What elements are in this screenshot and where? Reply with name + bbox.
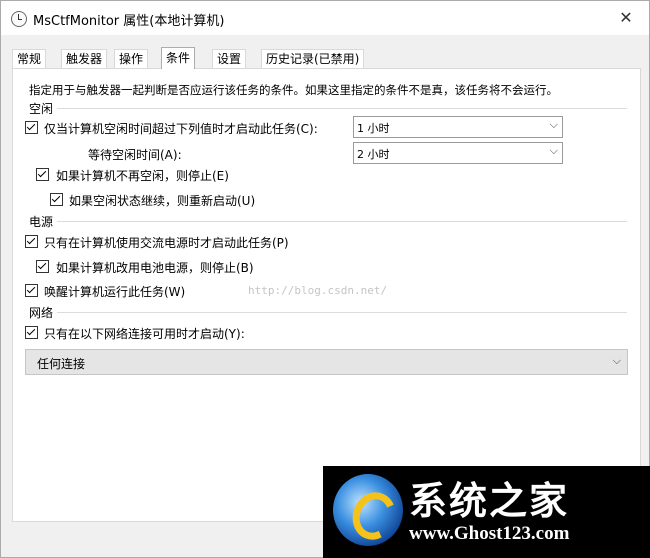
- divider: [57, 221, 627, 222]
- tab-strip: 常规 触发器 操作 条件 设置 历史记录(已禁用): [1, 47, 649, 69]
- wake-to-run-checkbox[interactable]: [25, 284, 38, 297]
- network-connection-value: 任何连接: [37, 357, 86, 371]
- site-logo: 系统之家 www.Ghost123.com: [323, 466, 650, 558]
- stop-on-battery-label: 如果计算机改用电池电源，则停止(B): [56, 261, 254, 275]
- network-only-checkbox[interactable]: [25, 326, 38, 339]
- chevron-down-icon: ⌵: [549, 144, 558, 157]
- description-text: 指定用于与触发器一起判断是否应运行该任务的条件。如果这里指定的条件不是真，该任务…: [29, 83, 558, 97]
- watermark-text: http://blog.csdn.net/: [248, 284, 388, 297]
- tab-general[interactable]: 常规: [12, 49, 47, 68]
- logo-url: www.Ghost123.com: [409, 523, 570, 544]
- tab-history[interactable]: 历史记录(已禁用): [261, 49, 365, 68]
- idle-group-label: 空闲: [29, 102, 54, 116]
- chevron-down-icon: ⌵: [549, 118, 558, 131]
- stop-if-not-idle-label: 如果计算机不再空闲，则停止(E): [56, 169, 229, 183]
- wait-duration-value: 2 小时: [357, 148, 390, 161]
- wake-to-run-label: 唤醒计算机运行此任务(W): [44, 285, 186, 299]
- network-group-label: 网络: [29, 306, 54, 320]
- network-connection-select[interactable]: 任何连接 ⌵: [25, 349, 628, 375]
- power-group-label: 电源: [29, 215, 54, 229]
- chevron-down-icon: ⌵: [612, 354, 621, 367]
- ac-power-only-label: 只有在计算机使用交流电源时才启动此任务(P): [44, 236, 289, 250]
- idle-duration-value: 1 小时: [357, 122, 390, 135]
- tab-conditions[interactable]: 条件: [161, 47, 196, 69]
- divider: [57, 108, 627, 109]
- close-button[interactable]: ✕: [603, 1, 649, 35]
- start-if-idle-label: 仅当计算机空闲时间超过下列值时才启动此任务(C):: [44, 122, 318, 136]
- tab-triggers[interactable]: 触发器: [61, 49, 108, 68]
- restart-if-idle-label: 如果空闲状态继续，则重新启动(U): [69, 194, 256, 208]
- tab-actions[interactable]: 操作: [114, 49, 149, 68]
- window-title: MsCtfMonitor 属性(本地计算机): [33, 14, 225, 29]
- logo-title: 系统之家: [409, 478, 570, 523]
- divider: [57, 312, 627, 313]
- wait-idle-label: 等待空闲时间(A):: [88, 148, 182, 162]
- start-if-idle-checkbox[interactable]: [25, 121, 38, 134]
- clock-icon: [11, 11, 27, 27]
- stop-if-not-idle-checkbox[interactable]: [36, 168, 49, 181]
- restart-if-idle-checkbox[interactable]: [50, 193, 63, 206]
- globe-logo-icon: [333, 474, 403, 546]
- title-bar: MsCtfMonitor 属性(本地计算机) ✕: [1, 1, 649, 35]
- network-only-label: 只有在以下网络连接可用时才启动(Y):: [44, 327, 245, 341]
- wait-duration-select[interactable]: 2 小时 ⌵: [353, 142, 563, 164]
- tab-settings[interactable]: 设置: [212, 49, 247, 68]
- idle-duration-select[interactable]: 1 小时 ⌵: [353, 116, 563, 138]
- ac-power-only-checkbox[interactable]: [25, 235, 38, 248]
- stop-on-battery-checkbox[interactable]: [36, 260, 49, 273]
